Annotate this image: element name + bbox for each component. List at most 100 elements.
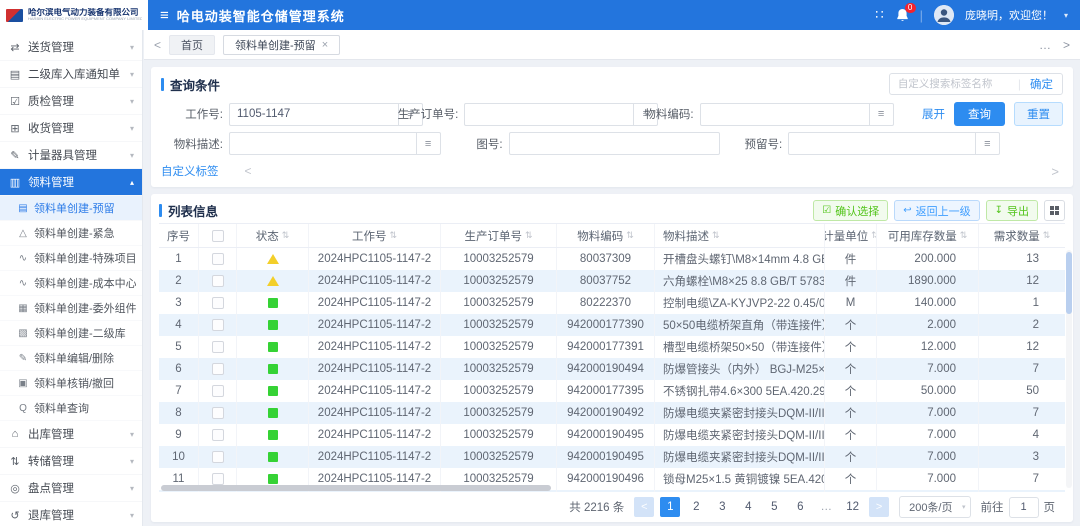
cell-stock-qty: 7.000 bbox=[877, 424, 979, 446]
cell-material-code: 942000190496 bbox=[557, 468, 655, 490]
sidebar-subitem[interactable]: ▣ 领料单核销/撤回 bbox=[0, 371, 142, 396]
row-checkbox[interactable] bbox=[212, 407, 224, 419]
cell-seq: 1 bbox=[159, 248, 199, 270]
notification-bell-icon[interactable]: 0 bbox=[896, 8, 909, 22]
query-field-input[interactable] bbox=[464, 103, 634, 126]
search-button[interactable]: 查询 bbox=[954, 102, 1005, 126]
sort-icon[interactable]: ⇅ bbox=[389, 230, 397, 241]
select-all-checkbox[interactable] bbox=[212, 230, 224, 242]
sort-icon[interactable]: ⇅ bbox=[525, 230, 533, 241]
page-number[interactable]: 5 bbox=[764, 497, 784, 517]
query-field-input[interactable] bbox=[700, 103, 870, 126]
page-size-select[interactable]: 200条/页 ▾ bbox=[899, 496, 970, 518]
toolbar-button[interactable]: ☑ 确认选择 bbox=[813, 200, 888, 221]
page-number[interactable]: 12 bbox=[842, 497, 863, 517]
row-checkbox[interactable] bbox=[212, 429, 224, 441]
sort-icon[interactable]: ⇅ bbox=[960, 230, 968, 241]
cell-demand-qty: 7 bbox=[979, 468, 1065, 490]
sidebar-group[interactable]: ⇄ 送货管理 ▾ bbox=[0, 34, 142, 61]
cell-material-code: 942000177395 bbox=[557, 380, 655, 402]
row-checkbox[interactable] bbox=[212, 385, 224, 397]
filter-icon[interactable]: ≡ bbox=[976, 132, 1000, 155]
column-settings-icon[interactable] bbox=[1044, 200, 1065, 221]
sidebar-group[interactable]: ✎ 计量器具管理 ▾ bbox=[0, 142, 142, 169]
sidebar-subitem[interactable]: ∿ 领料单创建-成本中心 bbox=[0, 271, 142, 296]
sidebar-group[interactable]: ⌂ 出库管理 ▾ bbox=[0, 421, 142, 448]
sidebar-group[interactable]: ↺ 退库管理 ▾ bbox=[0, 502, 142, 526]
sidebar-group[interactable]: ⇅ 转储管理 ▾ bbox=[0, 448, 142, 475]
vertical-scrollbar-thumb[interactable] bbox=[1066, 252, 1072, 314]
collapse-menu-icon[interactable]: ≡ bbox=[160, 8, 169, 23]
sidebar-subitem[interactable]: △ 领料单创建-紧急 bbox=[0, 221, 142, 246]
chevron-down-icon[interactable]: ▾ bbox=[1064, 11, 1068, 20]
row-checkbox[interactable] bbox=[212, 451, 224, 463]
sort-icon[interactable]: ⇅ bbox=[626, 230, 634, 241]
sidebar-group[interactable]: ☑ 质检管理 ▾ bbox=[0, 88, 142, 115]
toolbar-button[interactable]: ↧ 导出 bbox=[986, 200, 1038, 221]
tab-scroll-right-icon[interactable]: > bbox=[1063, 38, 1070, 52]
sort-icon[interactable]: ⇅ bbox=[712, 230, 720, 241]
close-icon[interactable]: × bbox=[322, 39, 328, 51]
page-number[interactable]: 1 bbox=[660, 497, 680, 517]
sidebar-subitem[interactable]: Q 领料单查询 bbox=[0, 396, 142, 421]
row-checkbox[interactable] bbox=[212, 319, 224, 331]
pagination-prev-icon[interactable]: < bbox=[634, 497, 654, 517]
fullscreen-icon[interactable]: ∷ bbox=[875, 7, 884, 23]
row-checkbox[interactable] bbox=[212, 363, 224, 375]
page-number[interactable]: 3 bbox=[712, 497, 732, 517]
tag-confirm-button[interactable]: 确定 bbox=[1021, 76, 1062, 92]
list-panel: 列表信息 ☑ 确认选择 ↩ 返回上一级 ↧ 导出 序号 状态 ⇅ 工作号 ⇅ 生… bbox=[151, 194, 1073, 522]
vertical-scrollbar[interactable] bbox=[1066, 250, 1072, 488]
row-checkbox[interactable] bbox=[212, 473, 224, 485]
page-number[interactable]: 2 bbox=[686, 497, 706, 517]
filter-icon[interactable]: ≡ bbox=[870, 103, 894, 126]
sidebar-subitem[interactable]: ▧ 领料单创建-二级库 bbox=[0, 321, 142, 346]
avatar[interactable] bbox=[934, 5, 954, 25]
query-field-input[interactable] bbox=[229, 132, 417, 155]
status-ok-icon bbox=[268, 474, 278, 484]
sidebar-subitem[interactable]: ∿ 领料单创建-特殊项目 bbox=[0, 246, 142, 271]
goto-page-input[interactable] bbox=[1009, 497, 1039, 518]
sort-icon[interactable]: ⇅ bbox=[282, 230, 290, 241]
carousel-prev-icon[interactable]: < bbox=[245, 164, 252, 178]
query-field-input[interactable] bbox=[229, 103, 399, 126]
cell-seq: 4 bbox=[159, 314, 199, 336]
row-checkbox[interactable] bbox=[212, 341, 224, 353]
carousel-next-icon[interactable]: > bbox=[1051, 164, 1063, 179]
data-table: 序号 状态 ⇅ 工作号 ⇅ 生产订单号 ⇅ 物料编码 ⇅ 物料描述 ⇅ 计量单位… bbox=[159, 223, 1065, 492]
row-checkbox[interactable] bbox=[212, 297, 224, 309]
query-field: 预留号: ≡ bbox=[720, 132, 1000, 155]
sidebar-subitem[interactable]: ▦ 领料单创建-委外组件 bbox=[0, 296, 142, 321]
sidebar-subitem[interactable]: ▤ 领料单创建-预留 bbox=[0, 196, 142, 221]
sidebar-group[interactable]: ▤ 二级库入库通知单 ▾ bbox=[0, 61, 142, 88]
sidebar-group[interactable]: ⊞ 收货管理 ▾ bbox=[0, 115, 142, 142]
tab-requisition-reserve[interactable]: 领料单创建-预留 × bbox=[223, 35, 340, 55]
row-checkbox[interactable] bbox=[212, 275, 224, 287]
status-ok-icon bbox=[268, 298, 278, 308]
tab-more-icon[interactable]: … bbox=[1039, 38, 1051, 52]
expand-link[interactable]: 展开 bbox=[922, 106, 945, 122]
user-greeting[interactable]: 庞晓明，欢迎您！ bbox=[965, 7, 1053, 23]
tab-home[interactable]: 首页 bbox=[169, 35, 215, 55]
toolbar-button[interactable]: ↩ 返回上一级 bbox=[894, 200, 979, 221]
query-field-input[interactable] bbox=[509, 132, 721, 155]
page-number[interactable]: 4 bbox=[738, 497, 758, 517]
cell-demand-qty: 2 bbox=[979, 314, 1065, 336]
chevron-down-icon: ▾ bbox=[130, 43, 134, 52]
pagination-pages: 123456…12 bbox=[660, 497, 863, 517]
page-ellipsis[interactable]: … bbox=[816, 497, 836, 517]
query-field-input[interactable] bbox=[788, 132, 976, 155]
page-number[interactable]: 6 bbox=[790, 497, 810, 517]
sidebar-group[interactable]: ◎ 盘点管理 ▾ bbox=[0, 475, 142, 502]
tag-search-input[interactable] bbox=[890, 78, 1018, 90]
sidebar-subitem[interactable]: ✎ 领料单编辑/删除 bbox=[0, 346, 142, 371]
row-checkbox[interactable] bbox=[212, 253, 224, 265]
pagination-next-icon[interactable]: > bbox=[869, 497, 889, 517]
custom-tag-link[interactable]: 自定义标签 bbox=[161, 163, 219, 179]
sort-icon[interactable]: ⇅ bbox=[1043, 230, 1051, 241]
horizontal-scrollbar-thumb[interactable] bbox=[161, 485, 551, 491]
reset-button[interactable]: 重置 bbox=[1014, 102, 1063, 126]
tab-scroll-left-icon[interactable]: < bbox=[154, 38, 161, 52]
filter-icon[interactable]: ≡ bbox=[417, 132, 441, 155]
sidebar-group[interactable]: ▥ 领料管理 ▴ bbox=[0, 169, 142, 196]
